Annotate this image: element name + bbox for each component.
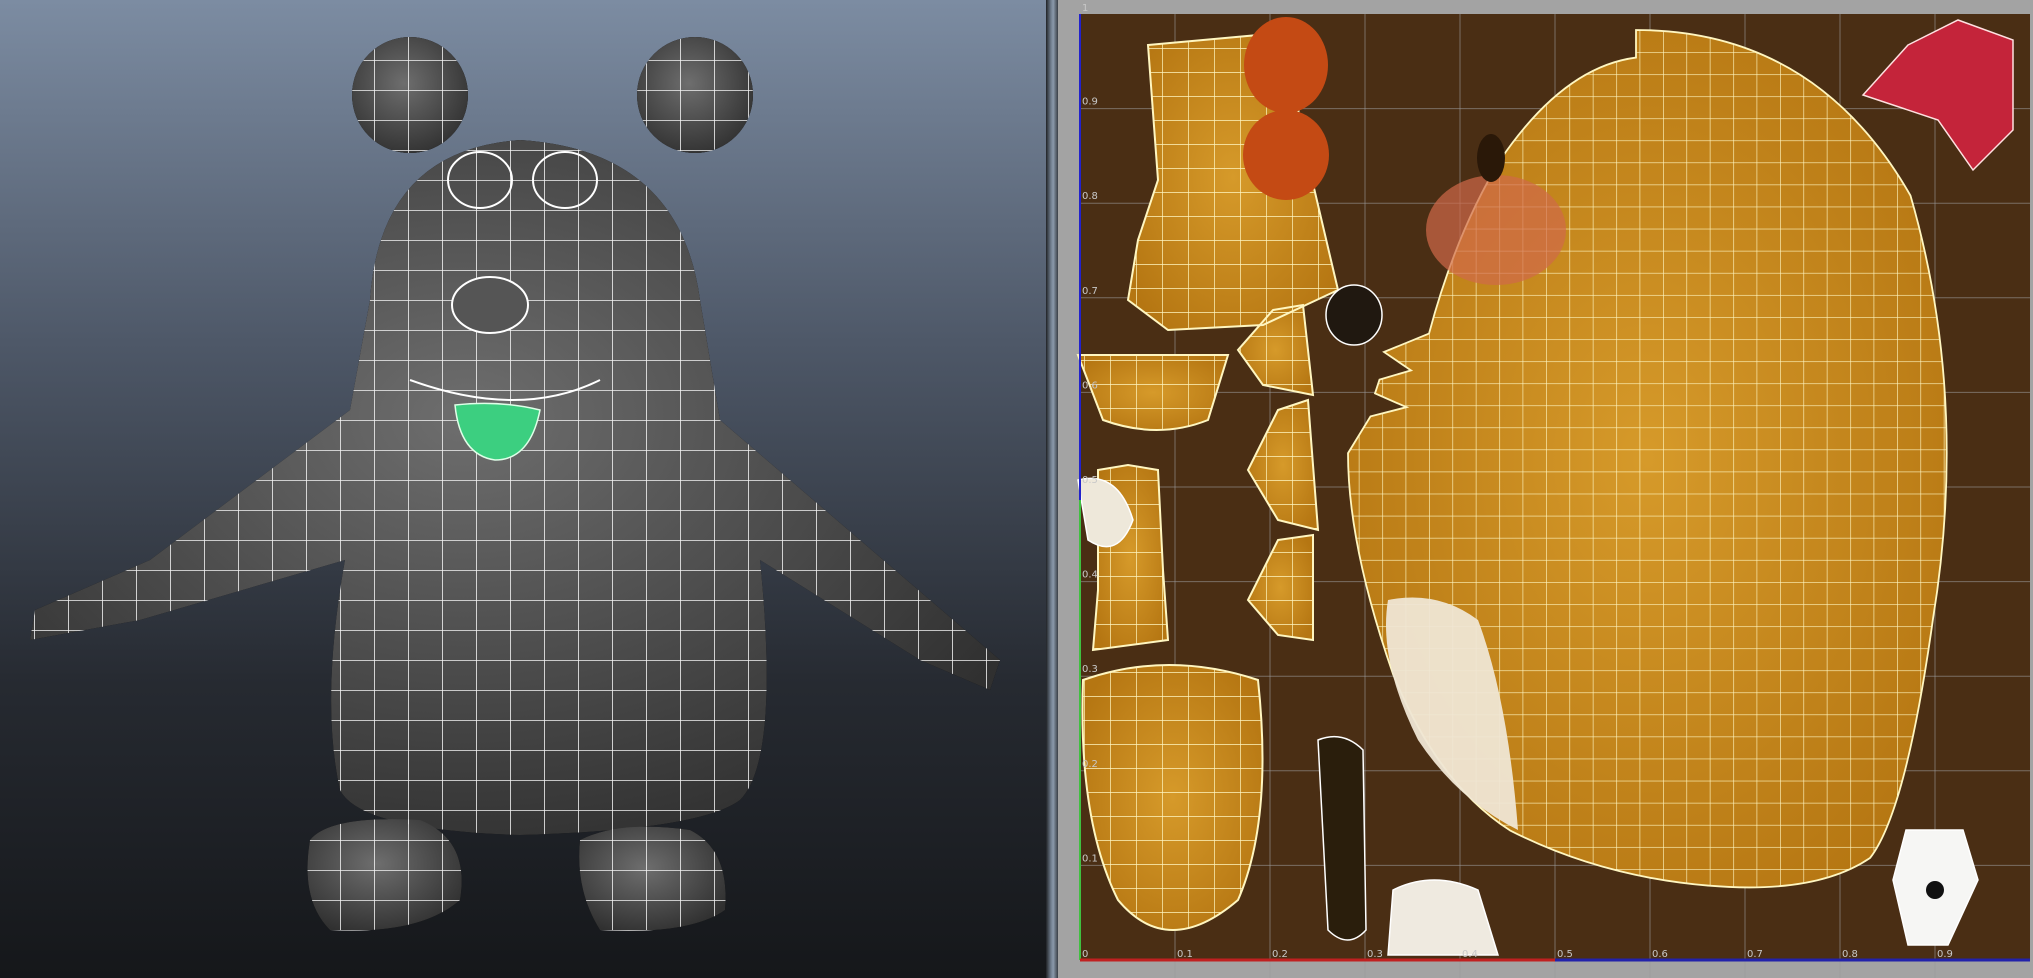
blush-texture [1426,175,1566,285]
v-tick-label: 0.2 [1082,759,1098,770]
v-tick-label: 0.9 [1082,97,1098,108]
v-tick-label: 0.5 [1082,475,1098,486]
u-tick-label: 0.2 [1272,949,1288,960]
v-tick-label: 0.7 [1082,286,1098,297]
u-tick-label: 0.3 [1367,949,1383,960]
u-tick-label: 0.1 [1177,949,1193,960]
eye-hole [1477,134,1505,182]
u-tick-label: 0.4 [1462,949,1478,960]
u-tick-label: 0.9 [1937,949,1953,960]
u-tick-label: 0.8 [1842,949,1858,960]
v-tick-label: 0.6 [1082,380,1098,391]
cheek-texture [1244,17,1328,113]
3d-viewport[interactable] [0,0,1046,978]
cheek-texture [1243,110,1329,200]
v-tick-label: 0.4 [1082,570,1098,581]
u-tick-label: 0 [1082,949,1088,960]
u-tick-label: 0.5 [1557,949,1573,960]
panel-divider[interactable] [1046,0,1058,978]
v-tick-label: 1 [1082,3,1088,14]
v-tick-label: 0.1 [1082,853,1098,864]
uv-canvas[interactable]: 0 0.1 0.2 0.3 0.4 0.5 0.6 0.7 0.8 0.9 1 0.1 0.2 0.3 0.… [1058,0,2033,978]
u-tick-label: 0.6 [1652,949,1668,960]
v-tick-label: 0.3 [1082,664,1098,675]
v-tick-label: 0.8 [1082,191,1098,202]
u-tick-label: 0.7 [1747,949,1763,960]
uv-texture-editor[interactable]: 0 0.1 0.2 0.3 0.4 0.5 0.6 0.7 0.8 0.9 1 0.1 0.2 0.3 0.… [1058,0,2033,978]
mouse-model [30,37,1000,931]
mouse-mesh [30,37,1000,931]
